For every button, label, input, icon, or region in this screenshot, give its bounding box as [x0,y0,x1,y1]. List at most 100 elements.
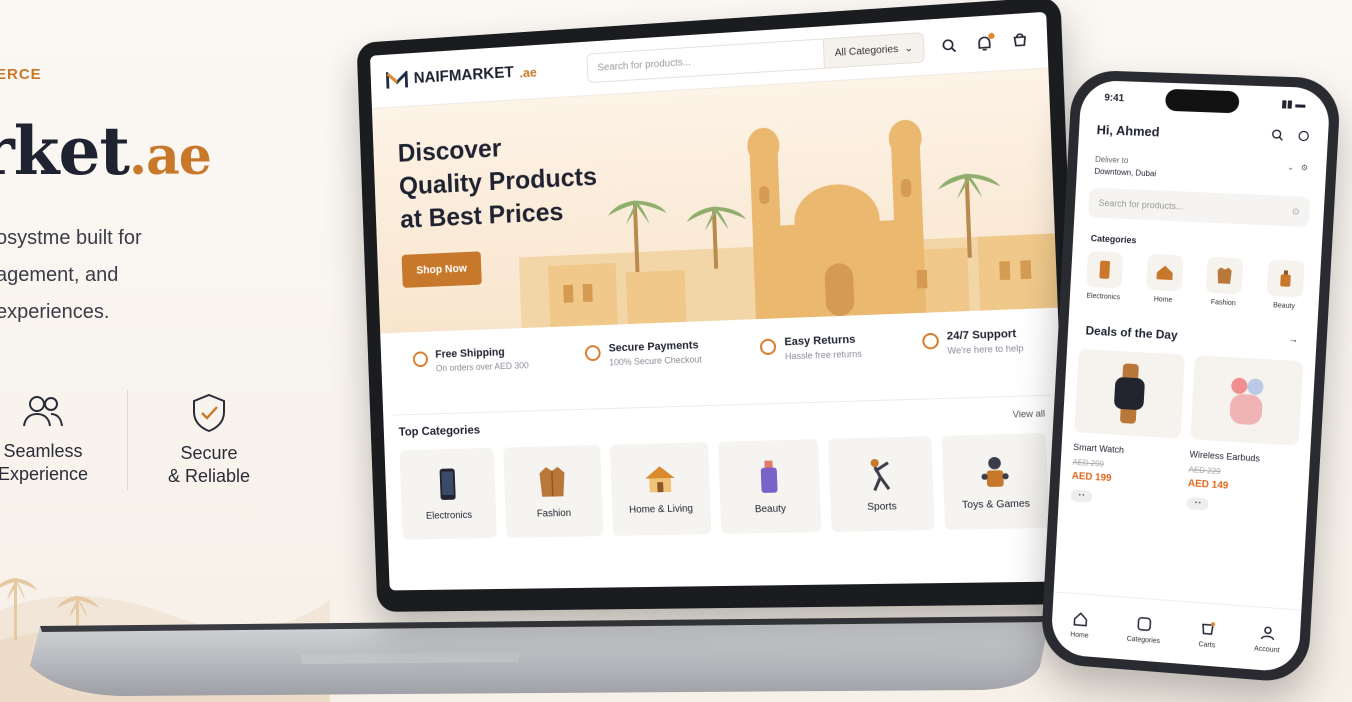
perk-secure-payments: Secure Payments 100% Secure Checkout [585,339,703,408]
color-dots[interactable]: • • [1070,489,1093,503]
perk-free-shipping: Free Shipping On orders over AED 300 [412,346,531,414]
category-label: Fashion [1210,298,1236,308]
hero-title-tld: .ae [128,126,212,187]
category-label: Sports [867,500,897,513]
category-card-beauty[interactable]: Beauty [717,439,822,534]
phone-screen: 9:41 ▮▮ ▬ Hi, Ahmed Deliver to Downtown, … [1050,79,1331,673]
color-dots[interactable]: • • [1186,497,1210,511]
smartwatch-icon [1113,363,1146,424]
perk-title: Free Shipping [435,346,505,361]
bottom-nav: Home Categories Carts Account [1050,591,1302,673]
chevron-down-icon: ⌄ ⚙ [1286,162,1309,173]
phone-device: 9:41 ▮▮ ▬ Hi, Ahmed Deliver to Downtown, … [1039,69,1342,684]
deal-price: AED 199 [1071,470,1112,485]
nav-home[interactable]: Home [1070,611,1090,639]
shield-check-icon [193,393,226,433]
status-time: 9:41 [1104,92,1125,104]
phone-category-fashion[interactable]: Fashion [1203,256,1246,308]
laptop-base [30,616,1050,696]
perk-subtitle: On orders over AED 300 [435,360,529,374]
perfume-icon [1280,270,1291,287]
search-input[interactable]: Search for products... [588,48,824,74]
laptop-screen: NAIFMARKET .ae Search for products... All… [369,11,1069,591]
earbuds-icon [1229,377,1264,426]
hero-title-main: rket [0,112,130,190]
logo-m-icon [385,71,408,90]
hero-desc-line: experiences. [0,301,110,323]
category-card-home[interactable]: Home & Living [609,442,712,536]
category-dropdown-label: All Categories [834,43,899,59]
perk-easy-returns: Easy Returns Hassle free returns [760,333,863,403]
signal-battery-icon: ▮▮ ▬ [1281,98,1306,111]
return-icon [760,338,777,356]
hero-desc-line: agement, and [0,264,119,286]
shop-now-button[interactable]: Shop Now [401,251,482,288]
hero-banner: Discover Quality Products at Best Prices… [371,68,1058,334]
category-label: Electronics [425,509,473,522]
top-categories: Top Categories View all Electronics Fash… [383,395,1066,540]
category-card-fashion[interactable]: Fashion [503,444,604,538]
deal-card[interactable]: Smart Watch AED 299 AED 199 • • [1070,348,1186,508]
view-all-link[interactable]: View all [1012,408,1045,419]
deliver-label: Deliver to [1094,154,1129,166]
nav-account[interactable]: Account [1254,625,1281,654]
phone-search-placeholder: Search for products... [1098,197,1184,212]
feature-secure: Secure & Reliable [168,392,250,488]
phone-category-beauty[interactable]: Beauty [1264,259,1307,310]
perk-title: Secure Payments [608,339,699,355]
category-card-toys[interactable]: Toys & Games [941,433,1050,530]
deal-card[interactable]: Wireless Earbuds AED 229 AED 149 • • [1186,355,1304,516]
search-bar: Search for products... All Categories ⌄ [586,32,925,84]
category-label: Home & Living [628,502,694,516]
perk-subtitle: Hassle free returns [784,348,862,362]
phone-icon [1099,260,1111,279]
nav-categories[interactable]: Categories [1126,615,1161,645]
feature-line: Experience [0,464,89,484]
chevron-down-icon: ⌄ [904,42,914,55]
phone-category-home[interactable]: Home [1143,253,1185,305]
nav-label: Account [1253,644,1280,654]
house-icon [1156,265,1173,281]
category-label: Beauty [754,503,787,515]
headset-icon [921,332,940,350]
lock-icon [585,344,602,362]
hero-description: osystme built for agement, and experienc… [0,220,142,331]
toy-icon [981,456,1009,487]
hero-kicker: ERCE [0,66,42,83]
jacket-icon [1217,267,1233,284]
nav-carts[interactable]: Carts [1198,621,1216,649]
perk-support: 24/7 Support We're here to help [921,327,1026,399]
deliver-location: Downtown, Dubai [1094,166,1157,179]
feature-line: Seamless [3,441,83,461]
logo-name: NAIFMARKET [413,64,515,87]
category-card-sports[interactable]: Sports [828,436,935,532]
perk-title: 24/7 Support [946,327,1017,343]
phone-category-electronics[interactable]: Electronics [1083,251,1125,302]
hero-desc-line: osystme built for [0,227,142,249]
perfume-icon [760,459,778,493]
search-icon[interactable] [938,35,959,57]
house-icon [644,465,675,492]
feature-seamless: Seamless Experience [0,392,88,486]
phone-icon [439,467,456,500]
perk-subtitle: 100% Secure Checkout [608,354,703,368]
greeting: Hi, Ahmed [1096,122,1160,140]
perk-title: Easy Returns [784,333,856,349]
scan-icon[interactable]: ⊙ [1292,206,1300,217]
category-label: Beauty [1272,302,1296,311]
cart-icon[interactable] [1009,30,1031,52]
notification-icon[interactable] [1297,130,1310,146]
deal-name: Smart Watch [1073,441,1125,456]
notification-icon[interactable] [974,32,996,55]
category-card-electronics[interactable]: Electronics [399,447,498,540]
category-dropdown[interactable]: All Categories ⌄ [823,33,924,68]
search-icon[interactable] [1271,129,1284,145]
users-icon [23,396,64,427]
site-logo[interactable]: NAIFMARKET .ae [385,63,537,90]
deal-price: AED 149 [1187,478,1229,492]
feature-divider [127,390,128,490]
arrow-right-icon[interactable]: → [1288,334,1299,349]
category-label: Fashion [536,507,572,520]
home-icon [1073,611,1087,626]
dynamic-island [1164,88,1240,114]
